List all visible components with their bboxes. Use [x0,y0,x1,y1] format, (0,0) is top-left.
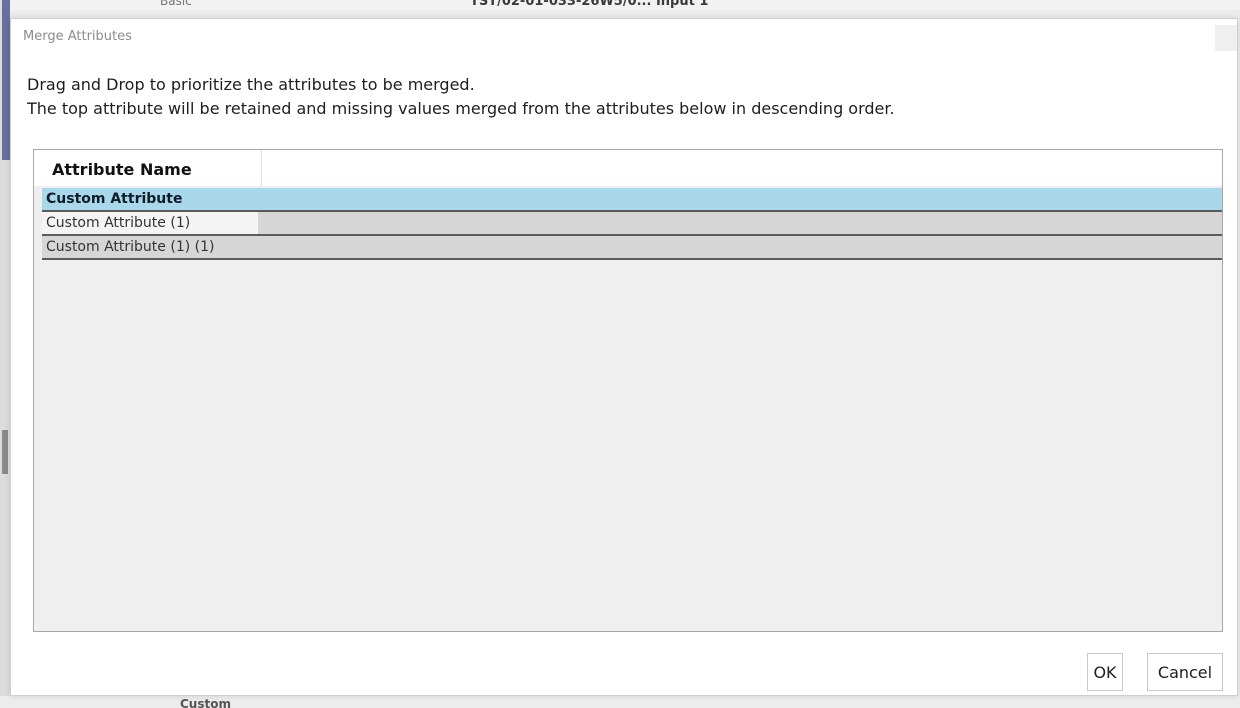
background-accent [2,0,10,160]
attribute-name-cell: Custom Attribute (1) [42,212,258,234]
instructions: Drag and Drop to prioritize the attribut… [27,73,895,121]
table-row[interactable]: Custom Attribute [42,188,1222,212]
ok-button[interactable]: OK [1087,653,1123,691]
attribute-name-cell: Custom Attribute (1) (1) [46,239,215,255]
table-row[interactable]: Custom Attribute (1) (1) [42,236,1222,260]
background-bottom-label: Custom [180,697,231,708]
background-bottom-strip: Custom [0,696,1240,708]
attribute-name-cell: Custom Attribute [46,191,183,207]
instruction-line-1: Drag and Drop to prioritize the attribut… [27,75,475,94]
background-top-strip: Basic TST/02-01-033-26W5/0... Input 1 [0,0,1240,10]
close-icon[interactable] [1215,25,1237,51]
instruction-line-2: The top attribute will be retained and m… [27,99,895,118]
grid-header: Attribute Name [34,150,1222,186]
background-left-bar [0,0,10,708]
background-accent-2 [2,430,8,474]
background-tree-node: Basic [160,0,192,8]
column-header-attribute-name[interactable]: Attribute Name [34,150,262,186]
cancel-button[interactable]: Cancel [1147,653,1223,691]
attribute-grid: Attribute Name Custom Attribute Custom A… [33,149,1223,632]
background-well-label: TST/02-01-033-26W5/0... Input 1 [470,0,709,9]
table-row[interactable]: Custom Attribute (1) [42,212,1222,236]
merge-attributes-dialog: Merge Attributes Drag and Drop to priori… [10,18,1238,696]
dialog-title: Merge Attributes [23,29,132,44]
